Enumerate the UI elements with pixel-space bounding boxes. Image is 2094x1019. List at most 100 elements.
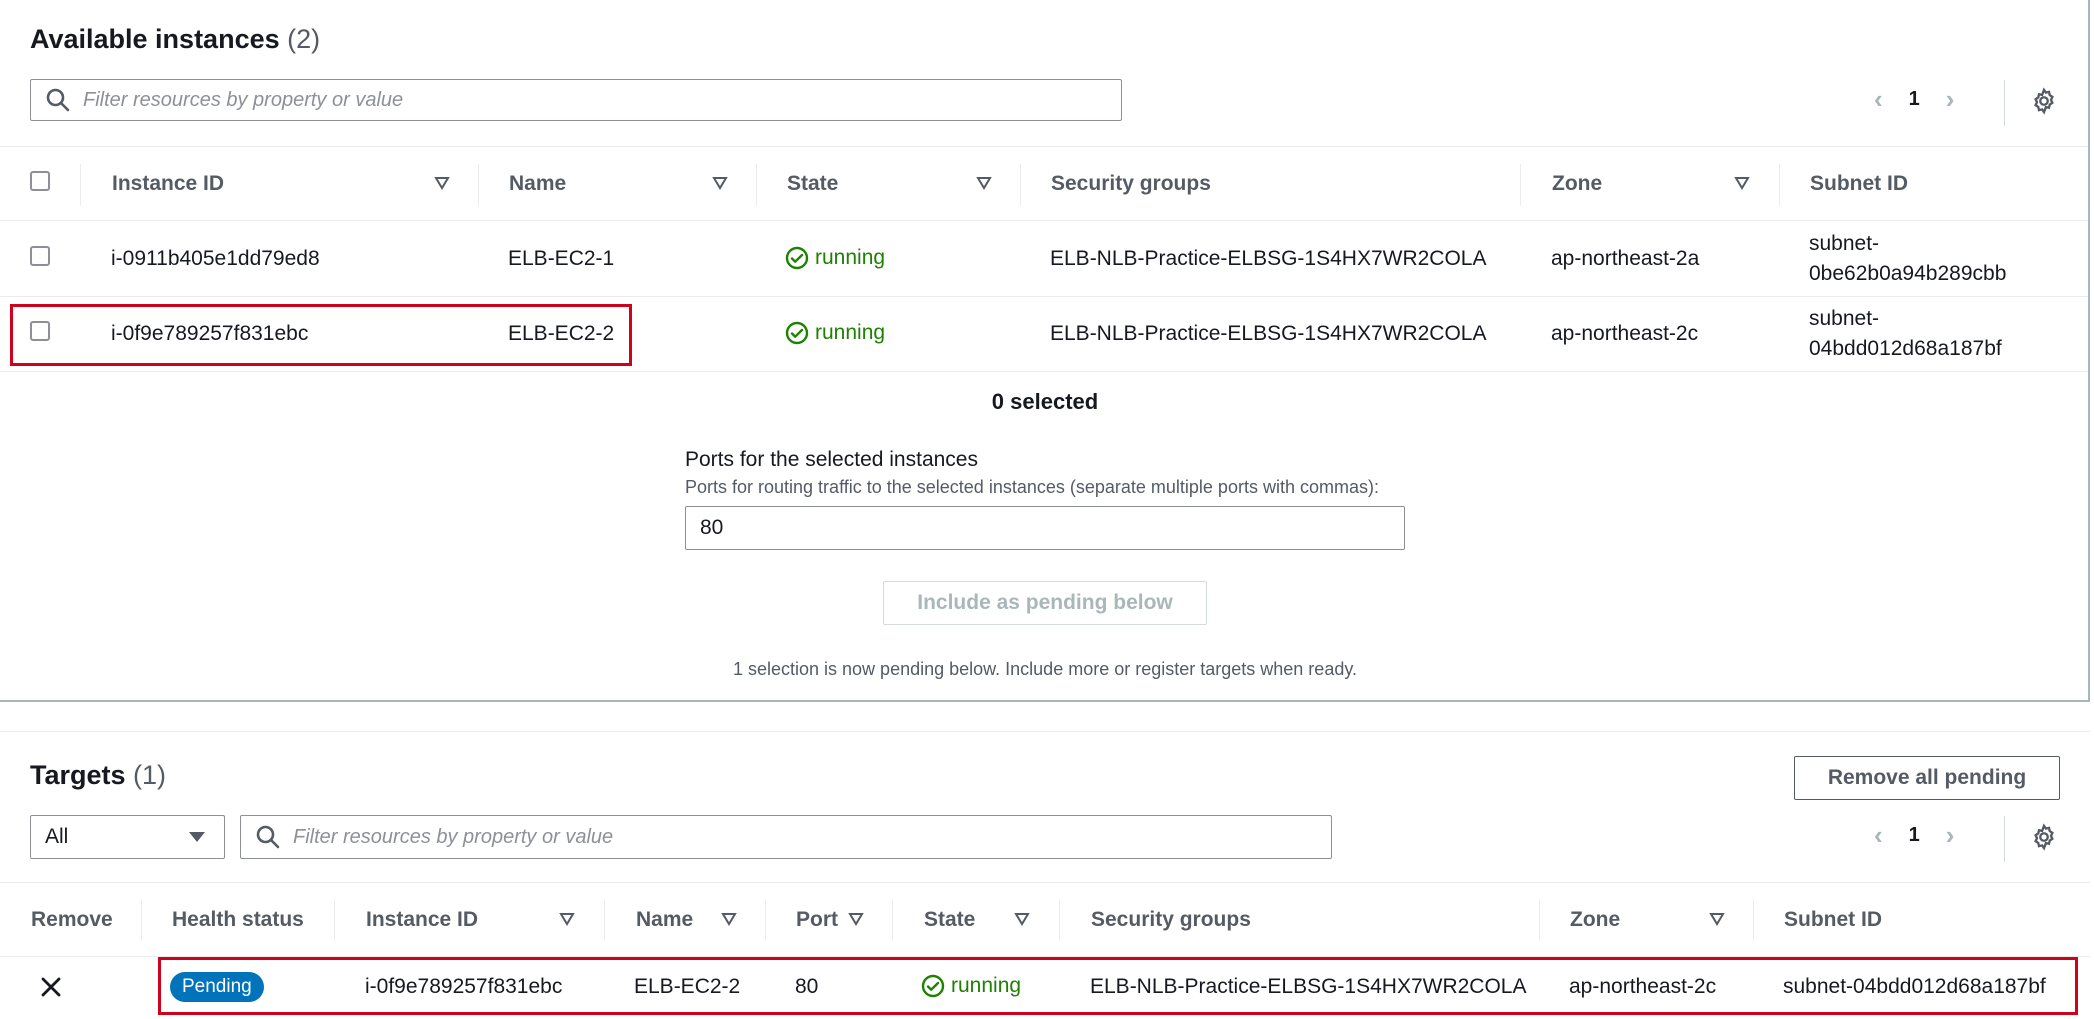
row-subnet-line1: subnet- xyxy=(1809,307,1880,330)
col-divider xyxy=(1539,899,1540,941)
col-divider xyxy=(892,899,893,941)
col-divider xyxy=(478,164,479,206)
col-port[interactable]: Port xyxy=(796,908,838,932)
col-zone[interactable]: Zone xyxy=(1552,172,1602,196)
pager-divider xyxy=(2004,816,2005,862)
ports-input-value: 80 xyxy=(700,516,724,539)
col-security-groups[interactable]: Security groups xyxy=(1091,908,1251,932)
row-subnet-line2: 04bdd012d68a187bf xyxy=(1809,337,2002,360)
section-gap xyxy=(0,702,2094,732)
selected-count: 0 selected xyxy=(991,389,1099,414)
search-placeholder: Filter resources by property or value xyxy=(83,88,404,111)
sort-icon[interactable] xyxy=(976,176,992,190)
col-subnet-id[interactable]: Subnet ID xyxy=(1810,172,1908,196)
ports-input[interactable]: 80 xyxy=(685,506,1405,550)
highlight-box xyxy=(10,304,632,366)
col-name[interactable]: Name xyxy=(509,172,566,196)
col-divider xyxy=(1779,164,1780,206)
row-border xyxy=(0,371,2090,372)
row-zone: ap-northeast-2c xyxy=(1551,322,1699,345)
sort-icon[interactable] xyxy=(712,176,728,190)
row-security-group[interactable]: ELB-NLB-Practice-ELBSG-1S4HX7WR2COLA xyxy=(1050,247,1486,271)
col-divider xyxy=(756,164,757,206)
next-page-icon[interactable]: › xyxy=(1946,84,1955,115)
available-search-input[interactable]: Filter resources by property or value xyxy=(30,79,1122,121)
state-text: running xyxy=(815,321,886,344)
include-as-pending-button[interactable]: Include as pending below xyxy=(883,581,1207,625)
col-divider xyxy=(1059,899,1060,941)
targets-pagination: ‹ 1 › xyxy=(1874,820,1954,851)
search-placeholder: Filter resources by property or value xyxy=(293,825,614,848)
col-instance-id[interactable]: Instance ID xyxy=(112,172,224,196)
ports-help: Ports for routing traffic to the selecte… xyxy=(685,477,1379,497)
check-circle-icon xyxy=(785,321,809,345)
col-divider xyxy=(604,899,605,941)
targets-count: (1) xyxy=(133,760,167,790)
sort-icon[interactable] xyxy=(1709,912,1725,926)
pager-divider xyxy=(2004,80,2005,126)
row-security-group[interactable]: ELB-NLB-Practice-ELBSG-1S4HX7WR2COLA xyxy=(1050,322,1486,346)
check-circle-icon xyxy=(785,246,809,270)
col-divider xyxy=(765,899,766,941)
prev-page-icon[interactable]: ‹ xyxy=(1874,84,1883,115)
row-border xyxy=(0,220,2090,221)
available-instances-title: Available instances (2) xyxy=(30,24,320,55)
targets-filter-select[interactable]: All xyxy=(30,815,225,859)
state-text: running xyxy=(815,246,886,269)
panel-right-border xyxy=(2088,0,2090,702)
row-instance-id[interactable]: i-0911b405e1dd79ed8 xyxy=(111,247,320,271)
col-remove: Remove xyxy=(31,908,113,931)
col-subnet-id[interactable]: Subnet ID xyxy=(1784,908,1882,932)
panel-top-border xyxy=(0,731,2090,732)
sort-icon[interactable] xyxy=(1734,176,1750,190)
row-state: running xyxy=(785,321,885,345)
search-icon xyxy=(46,88,70,112)
targets-search-input[interactable]: Filter resources by property or value xyxy=(240,815,1332,859)
ports-label: Ports for the selected instances xyxy=(685,448,978,471)
targets-title: Targets (1) xyxy=(30,760,166,791)
sort-icon[interactable] xyxy=(1014,912,1030,926)
prev-page-icon[interactable]: ‹ xyxy=(1874,820,1883,851)
col-state[interactable]: State xyxy=(787,172,838,196)
pending-note: 1 selection is now pending below. Includ… xyxy=(732,659,1357,679)
available-title-text: Available instances xyxy=(30,24,280,54)
page-number[interactable]: 1 xyxy=(1909,88,1920,111)
next-page-icon[interactable]: › xyxy=(1946,820,1955,851)
sort-icon[interactable] xyxy=(559,912,575,926)
row-name: ELB-EC2-1 xyxy=(508,247,615,270)
row-state: running xyxy=(785,246,885,270)
col-name[interactable]: Name xyxy=(636,908,693,932)
row-subnet-line2: 0be62b0a94b289cbb xyxy=(1809,262,2007,285)
col-divider xyxy=(1753,899,1754,941)
col-state[interactable]: State xyxy=(924,908,975,932)
col-divider xyxy=(1020,164,1021,206)
settings-gear-icon[interactable] xyxy=(2030,823,2058,851)
highlight-box xyxy=(158,957,2078,1015)
col-divider xyxy=(1520,164,1521,206)
available-pagination: ‹ 1 › xyxy=(1874,84,1954,115)
settings-gear-icon[interactable] xyxy=(2030,87,2058,115)
col-instance-id[interactable]: Instance ID xyxy=(366,908,478,932)
table-top-border xyxy=(0,146,2090,147)
col-divider xyxy=(141,899,142,941)
sort-icon[interactable] xyxy=(721,912,737,926)
page-number[interactable]: 1 xyxy=(1909,824,1920,847)
select-all-checkbox[interactable] xyxy=(30,171,50,191)
row-subnet-line1: subnet- xyxy=(1809,232,1880,255)
col-zone[interactable]: Zone xyxy=(1570,908,1620,932)
select-value: All xyxy=(45,825,69,848)
col-health-status[interactable]: Health status xyxy=(172,908,304,932)
table-top-border xyxy=(0,882,2090,883)
sort-icon[interactable] xyxy=(434,176,450,190)
remove-all-pending-button[interactable]: Remove all pending xyxy=(1794,756,2060,800)
caret-down-icon xyxy=(189,832,205,842)
remove-x-icon[interactable] xyxy=(40,976,62,998)
row-checkbox[interactable] xyxy=(30,246,50,266)
col-security-groups[interactable]: Security groups xyxy=(1051,172,1211,196)
row-zone: ap-northeast-2a xyxy=(1551,247,1700,270)
col-divider xyxy=(334,899,335,941)
targets-title-text: Targets xyxy=(30,760,126,790)
search-icon xyxy=(256,825,280,849)
sort-icon[interactable] xyxy=(848,912,864,926)
col-divider xyxy=(80,164,81,206)
